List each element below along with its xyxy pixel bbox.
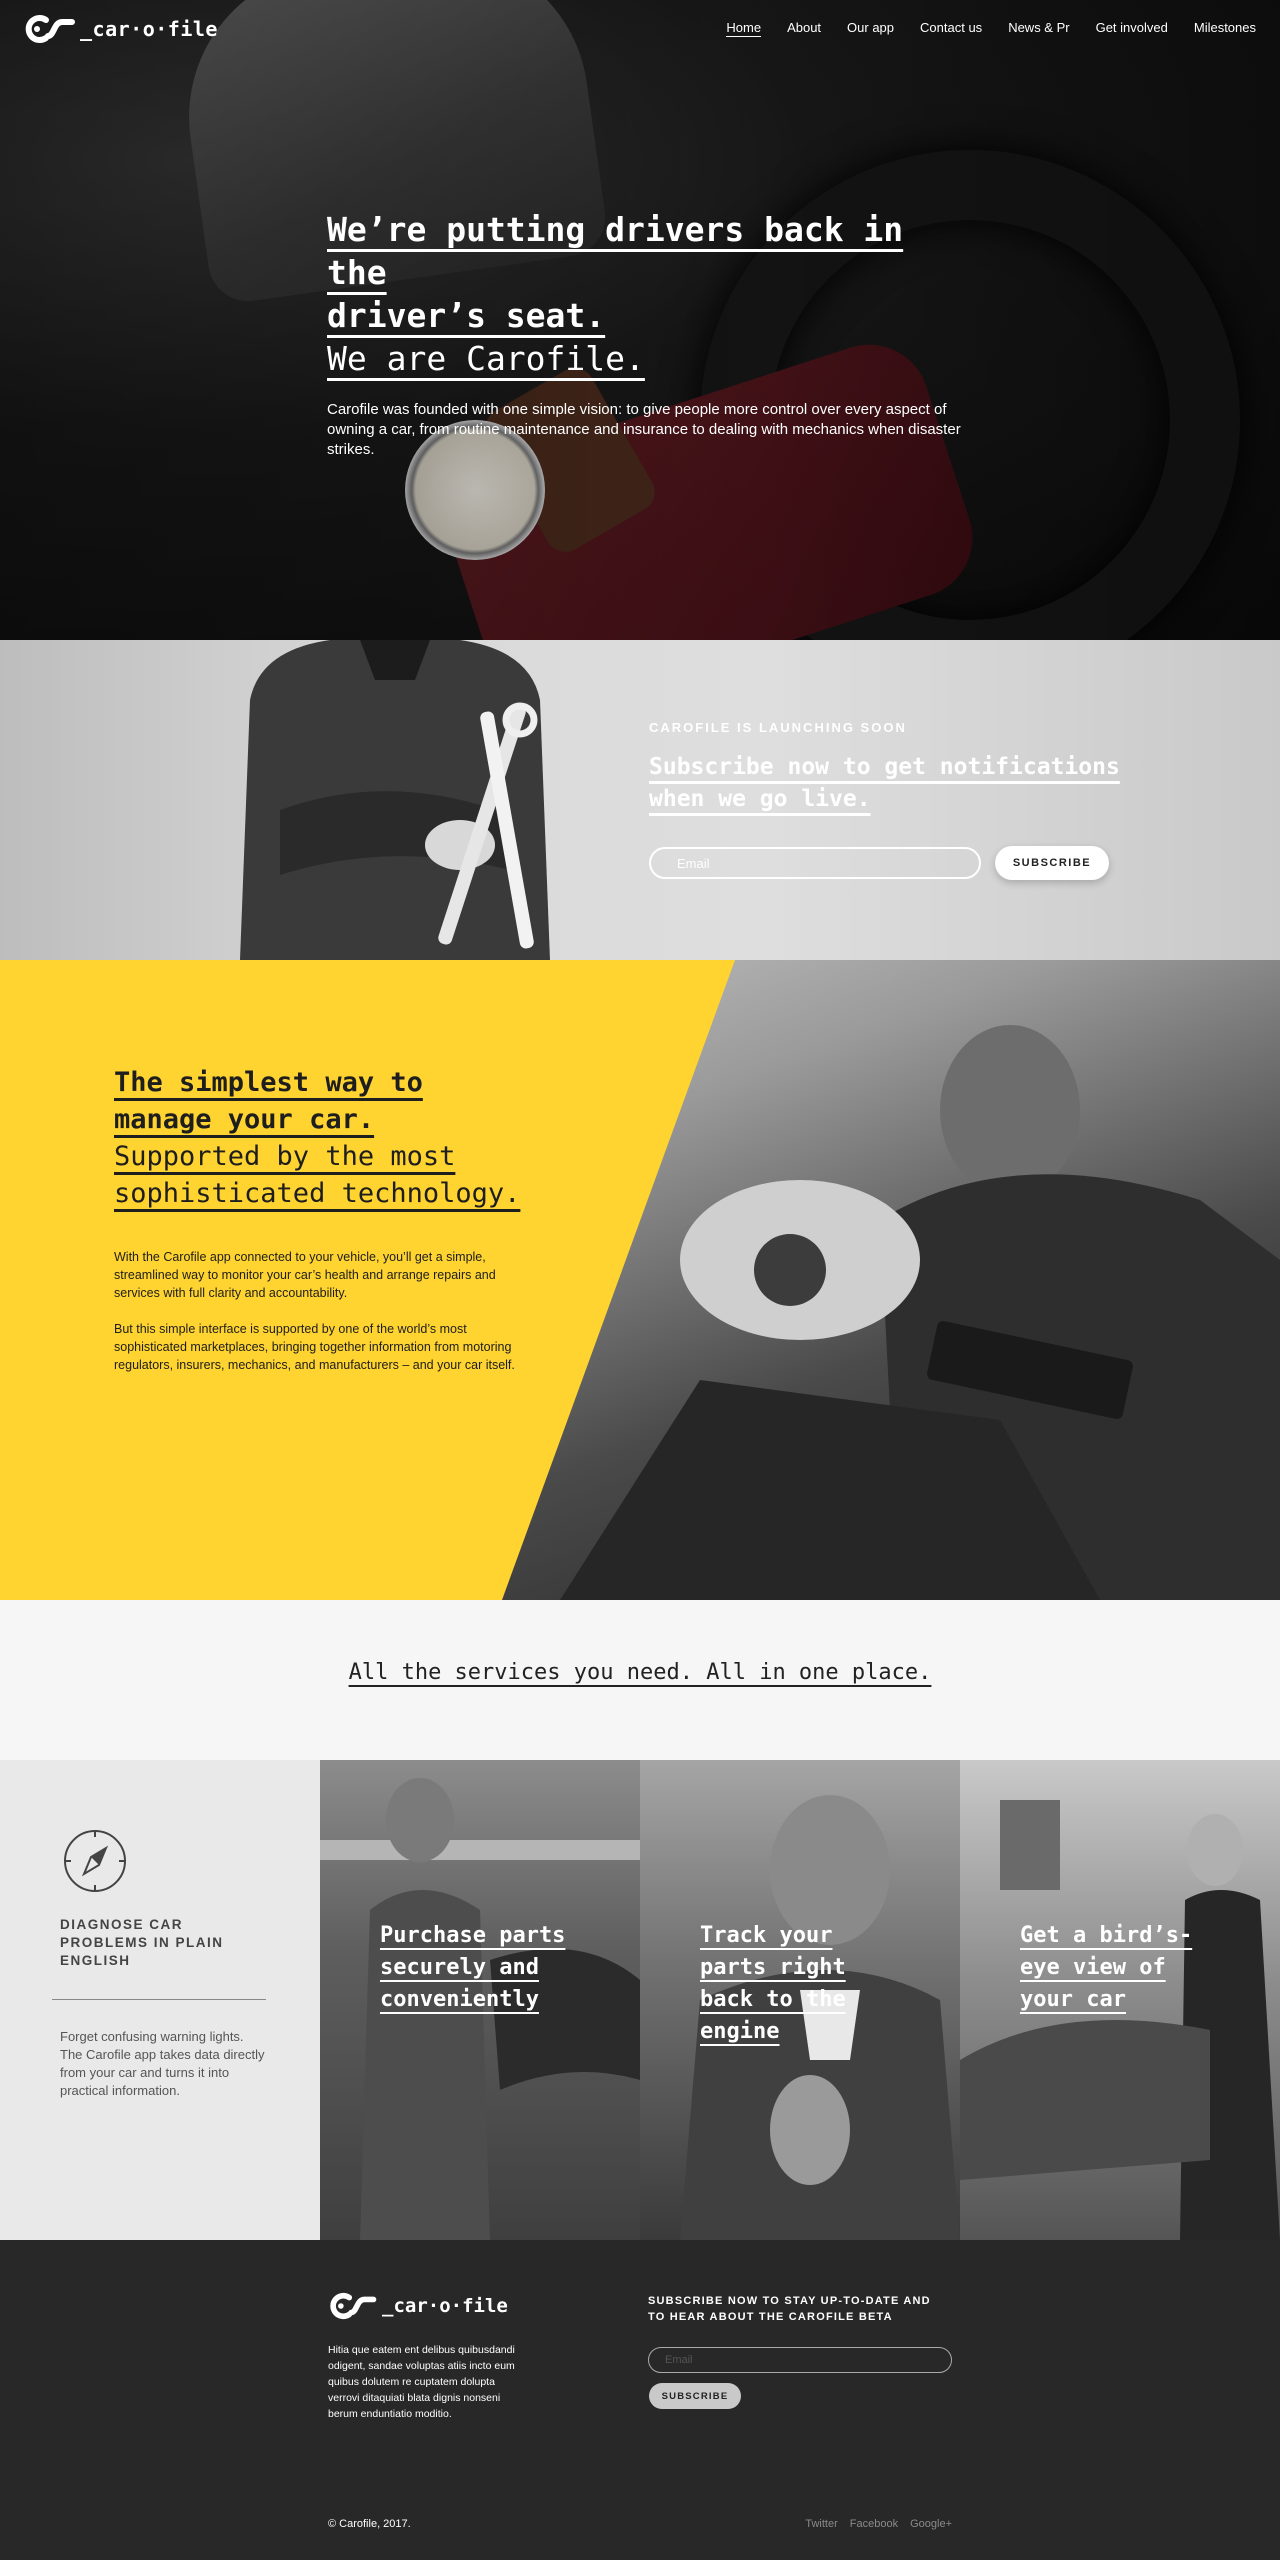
footer-brand-logo[interactable]: _car·o·file <box>328 2292 508 2320</box>
facebook-link[interactable]: Facebook <box>850 2518 898 2530</box>
launch-heading: Subscribe now to get notifications when … <box>649 751 1129 815</box>
service-card-birds-eye[interactable]: Get a bird’s-eye view of your car <box>960 1760 1280 2240</box>
services-heading-section: All the services you need. All in one pl… <box>0 1600 1280 1760</box>
birds-eye-card-title: Get a bird’s-eye view of your car <box>1020 1920 1230 2016</box>
footer-subscribe-button[interactable]: SUBSCRIBE <box>649 2383 741 2409</box>
launch-kicker: CAROFILE IS LAUNCHING SOON <box>649 720 907 735</box>
hero-copy: We’re putting drivers back in the driver… <box>327 208 967 460</box>
launch-copy: CAROFILE IS LAUNCHING SOON Subscribe now… <box>649 720 1129 815</box>
hero-headline-line1: We’re putting drivers back in the <box>327 210 904 292</box>
footer-about-text: Hitia que eatem ent delibus quibusdandi … <box>328 2344 515 2420</box>
simplest-heading: The simplest way to manage your car. Sup… <box>114 1064 534 1212</box>
service-card-track[interactable]: Track your parts right back to the engin… <box>640 1760 960 2240</box>
diagnose-divider <box>52 1999 266 2000</box>
simplest-paragraph-2: But this simple interface is supported b… <box>114 1322 515 1372</box>
launch-subscribe-button[interactable]: SUBSCRIBE <box>995 846 1109 880</box>
simplest-heading-line4: sophisticated technology. <box>114 1178 521 1209</box>
track-card-title-text: Track your parts right back to the engin… <box>700 1923 846 2044</box>
launch-heading-line2: when we go live. <box>649 786 871 812</box>
footer-brand-name: _car·o·file <box>382 2295 508 2317</box>
mechanic-with-wrenches-image <box>240 640 550 960</box>
nav-milestones[interactable]: Milestones <box>1194 20 1256 37</box>
hero-headline-line2: driver’s seat. <box>327 296 606 335</box>
top-navigation: _car·o·file Home About Our app Contact u… <box>0 0 1280 56</box>
footer-subscribe-title: SUBSCRIBE NOW TO STAY UP-TO-DATE AND TO … <box>648 2295 931 2323</box>
launch-heading-line1: Subscribe now to get notifications <box>649 754 1120 780</box>
simplest-heading-line1: The simplest way to <box>114 1067 423 1098</box>
birds-eye-card-title-text: Get a bird’s-eye view of your car <box>1020 1923 1193 2012</box>
nav-contact-us[interactable]: Contact us <box>920 20 982 37</box>
footer: _car·o·file Hitia que eatem ent delibus … <box>0 2240 1280 2560</box>
nav-news-pr[interactable]: News & Pr <box>1008 20 1069 37</box>
compass-icon <box>64 1830 126 1892</box>
simplest-paragraph-1: With the Carofile app connected to your … <box>114 1250 496 1300</box>
main-menu: Home About Our app Contact us News & Pr … <box>726 20 1256 37</box>
services-heading-text: All the services you need. All in one pl… <box>348 1660 932 1685</box>
purchase-card-title-text: Purchase parts securely and conveniently <box>380 1923 566 2012</box>
simplest-heading-line2: manage your car. <box>114 1104 375 1135</box>
diagnose-title: DIAGNOSE CAR PROBLEMS IN PLAIN ENGLISH <box>60 1917 224 1968</box>
purchase-card-title: Purchase parts securely and conveniently <box>380 1920 590 2016</box>
hero-body: Carofile was founded with one simple vis… <box>327 401 961 458</box>
nav-home[interactable]: Home <box>726 20 762 37</box>
hero-headline: We’re putting drivers back in the driver… <box>327 208 967 380</box>
launch-subscribe-section: CAROFILE IS LAUNCHING SOON Subscribe now… <box>0 640 1280 960</box>
simplest-way-section: The simplest way to manage your car. Sup… <box>0 960 1280 1600</box>
hero-section: _car·o·file Home About Our app Contact u… <box>0 0 1280 640</box>
hero-headline-line3: We are Carofile. <box>327 339 645 378</box>
service-card-diagnose[interactable]: DIAGNOSE CAR PROBLEMS IN PLAIN ENGLISH F… <box>0 1760 320 2240</box>
footer-social-links: Twitter Facebook Google+ <box>805 2518 952 2530</box>
diagnose-text: Forget confusing warning lights. The Car… <box>60 2029 265 2098</box>
twitter-link[interactable]: Twitter <box>805 2518 837 2530</box>
brand-logo[interactable]: _car·o·file <box>24 14 218 44</box>
nav-about[interactable]: About <box>787 20 821 37</box>
simplest-copy: The simplest way to manage your car. Sup… <box>114 1064 534 1374</box>
services-heading: All the services you need. All in one pl… <box>0 1660 1280 1685</box>
track-card-title: Track your parts right back to the engin… <box>700 1920 910 2048</box>
launch-email-input[interactable] <box>649 847 981 879</box>
google-plus-link[interactable]: Google+ <box>910 2518 952 2530</box>
nav-get-involved[interactable]: Get involved <box>1096 20 1168 37</box>
launch-subscribe-form: SUBSCRIBE <box>649 846 1109 880</box>
nav-our-app[interactable]: Our app <box>847 20 894 37</box>
carofile-logo-icon <box>25 15 75 43</box>
simplest-heading-line3: Supported by the most <box>114 1141 456 1172</box>
footer-email-input[interactable] <box>648 2347 952 2373</box>
brand-name: _car·o·file <box>80 17 218 41</box>
service-cards: DIAGNOSE CAR PROBLEMS IN PLAIN ENGLISH F… <box>0 1760 1280 2240</box>
footer-copyright: © Carofile, 2017. <box>328 2518 411 2530</box>
service-card-purchase[interactable]: Purchase parts securely and conveniently <box>320 1760 640 2240</box>
carofile-logo-icon <box>330 2292 377 2320</box>
